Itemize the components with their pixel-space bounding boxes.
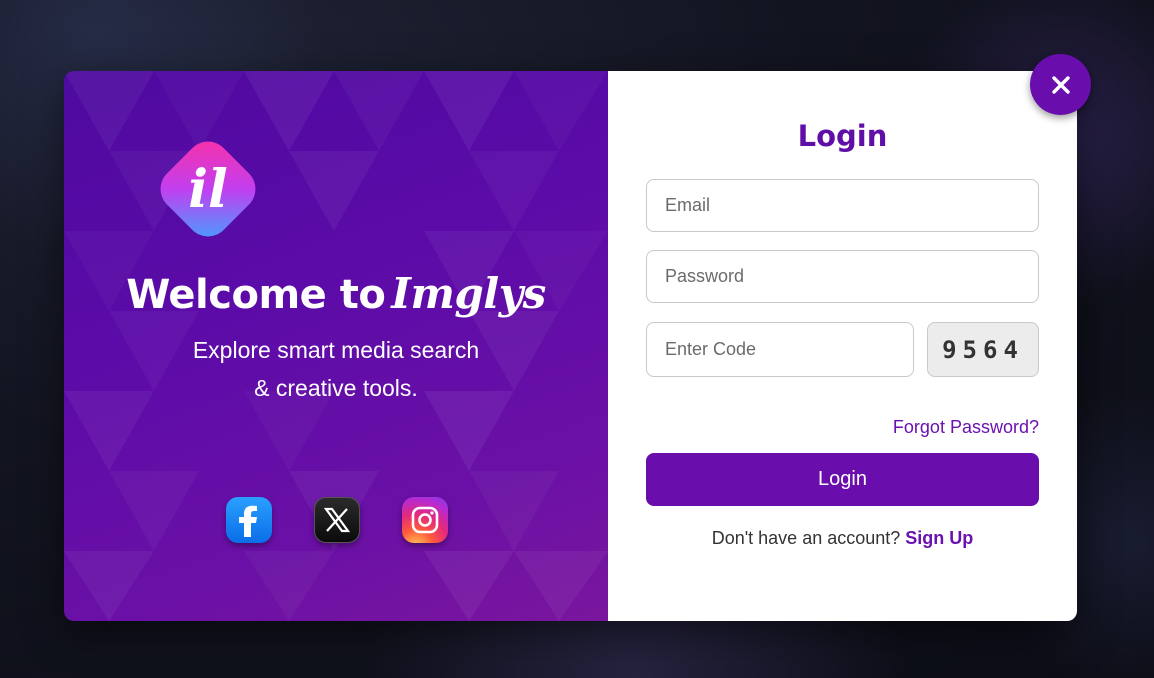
instagram-button[interactable] bbox=[402, 497, 448, 543]
signup-prompt: Don't have an account? bbox=[711, 528, 901, 548]
welcome-panel: il Welcome to Imglys Explore smart media … bbox=[64, 71, 608, 621]
captcha-display: 9564 bbox=[927, 322, 1039, 377]
login-panel: Login 9564 Forgot Password? Login Don't … bbox=[608, 71, 1077, 621]
tagline-line-2: & creative tools. bbox=[254, 375, 418, 401]
close-icon bbox=[1051, 75, 1070, 94]
x-button[interactable] bbox=[314, 497, 360, 543]
tagline-line-1: Explore smart media search bbox=[192, 337, 480, 363]
login-title: Login bbox=[797, 119, 888, 153]
logo-letters: il bbox=[188, 159, 228, 220]
signup-link[interactable]: Sign Up bbox=[905, 528, 973, 548]
forgot-password-link[interactable]: Forgot Password? bbox=[893, 417, 1039, 438]
signup-row: Don't have an account? Sign Up bbox=[608, 528, 1077, 549]
facebook-icon bbox=[239, 505, 257, 537]
email-field[interactable] bbox=[646, 179, 1039, 232]
captcha-code-input[interactable] bbox=[646, 322, 914, 377]
instagram-icon bbox=[411, 506, 439, 534]
x-icon bbox=[323, 507, 351, 533]
password-field[interactable] bbox=[646, 250, 1039, 303]
login-button[interactable]: Login bbox=[646, 453, 1039, 506]
welcome-heading: Welcome to Imglys bbox=[64, 269, 608, 318]
tagline: Explore smart media search & creative to… bbox=[64, 331, 608, 407]
close-button[interactable] bbox=[1030, 54, 1091, 115]
login-modal: il Welcome to Imglys Explore smart media … bbox=[64, 71, 1077, 621]
welcome-prefix: Welcome to bbox=[126, 272, 386, 318]
facebook-button[interactable] bbox=[226, 497, 272, 543]
social-links bbox=[226, 497, 448, 543]
imglys-logo: il bbox=[160, 141, 256, 237]
brand-name: Imglys bbox=[391, 269, 546, 318]
